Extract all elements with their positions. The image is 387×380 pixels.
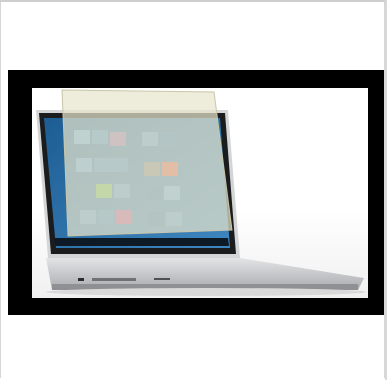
top-border (0, 0, 387, 2)
vent (92, 278, 136, 281)
laptop-privacy-filter-photo (32, 88, 368, 298)
usb-port (78, 278, 84, 281)
privacy-filter (62, 90, 232, 236)
taskbar (54, 238, 229, 246)
card-slot (154, 278, 170, 280)
product-photo (8, 70, 384, 315)
